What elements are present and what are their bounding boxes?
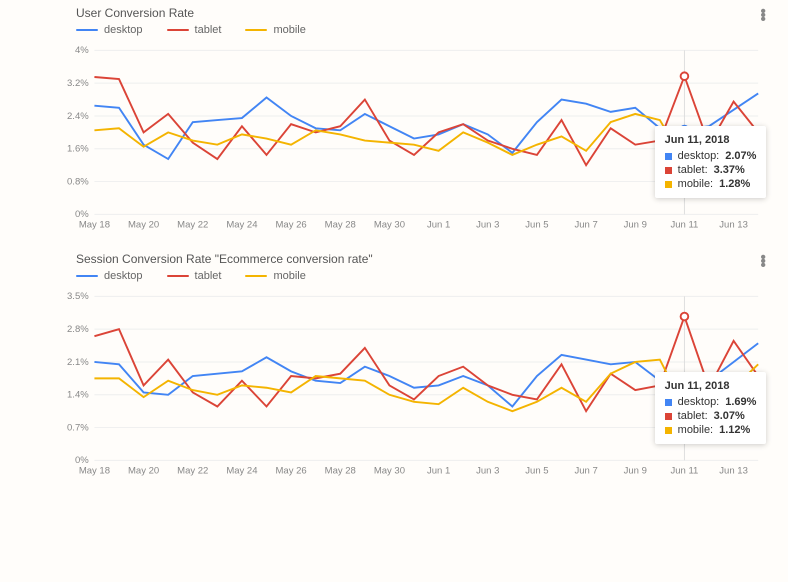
hover-marker-tablet [681,72,689,80]
svg-text:Jun 1: Jun 1 [427,220,450,231]
svg-text:May 30: May 30 [374,220,405,231]
svg-text:3.5%: 3.5% [67,291,89,302]
tooltip-value: 3.07% [714,410,745,422]
tooltip-row: mobile: 1.12% [665,424,757,436]
svg-text:May 28: May 28 [325,466,356,477]
svg-text:May 20: May 20 [128,466,159,477]
svg-text:Jun 13: Jun 13 [719,220,748,231]
tooltip-series: desktop: [678,396,720,408]
svg-text:2.1%: 2.1% [67,357,89,368]
svg-text:May 26: May 26 [275,466,306,477]
svg-text:Jun 7: Jun 7 [574,220,597,231]
svg-text:May 18: May 18 [79,220,110,231]
chart-title: User Conversion Rate [76,6,772,20]
legend-swatch-tablet [167,29,189,32]
tooltip-series: desktop: [678,150,720,162]
svg-text:Jun 11: Jun 11 [670,220,698,231]
svg-text:May 22: May 22 [177,466,208,477]
svg-text:0%: 0% [75,209,89,220]
tooltip-date: Jun 11, 2018 [665,134,757,146]
svg-text:May 22: May 22 [177,220,208,231]
square-icon [665,153,672,160]
svg-text:Jun 5: Jun 5 [525,220,548,231]
tooltip-value: 3.37% [714,164,745,176]
legend-label: tablet [195,270,222,282]
svg-text:May 26: May 26 [275,220,306,231]
legend-label: mobile [273,24,305,36]
svg-text:Jun 3: Jun 3 [476,466,499,477]
svg-text:May 30: May 30 [374,466,405,477]
svg-text:May 24: May 24 [226,220,258,231]
svg-text:Jun 9: Jun 9 [624,466,647,477]
legend: desktop tablet mobile [76,24,772,36]
legend-swatch-mobile [245,29,267,32]
svg-text:May 28: May 28 [325,220,356,231]
svg-text:Jun 7: Jun 7 [574,466,597,477]
tooltip-series: mobile: [678,178,713,190]
legend-item-tablet[interactable]: tablet [167,270,222,282]
square-icon [665,399,672,406]
legend-item-mobile[interactable]: mobile [245,270,305,282]
svg-text:May 24: May 24 [226,466,258,477]
legend-label: mobile [273,270,305,282]
legend-label: desktop [104,270,143,282]
panel-user-conversion: ••• User Conversion Rate desktop tablet … [16,6,772,240]
svg-text:0.8%: 0.8% [67,176,89,187]
hover-marker-tablet [681,313,689,321]
tooltip-row: tablet: 3.07% [665,410,757,422]
tooltip-row: desktop: 2.07% [665,150,757,162]
svg-text:3.2%: 3.2% [67,78,89,89]
svg-text:Jun 9: Jun 9 [624,220,647,231]
tooltip-row: tablet: 3.37% [665,164,757,176]
svg-text:1.6%: 1.6% [67,144,89,155]
svg-text:4%: 4% [75,45,89,56]
svg-text:0%: 0% [75,455,89,466]
legend-swatch-desktop [76,29,98,32]
tooltip-value: 1.12% [719,424,750,436]
svg-text:2.4%: 2.4% [67,111,89,122]
tooltip-value: 1.69% [725,396,756,408]
legend-label: desktop [104,24,143,36]
legend-item-mobile[interactable]: mobile [245,24,305,36]
legend-swatch-desktop [76,275,98,278]
svg-text:Jun 5: Jun 5 [525,466,548,477]
chart-area[interactable]: 0% 0.7% 1.4% 2.1% 2.8% 3.5% May 18 May 20 May 22… [62,286,764,486]
chart-tooltip: Jun 11, 2018 desktop: 1.69% tablet: 3.07… [655,372,767,444]
svg-text:May 20: May 20 [128,220,159,231]
chart-area[interactable]: 0% 0.8% 1.6% 2.4% 3.2% 4% May 18 May 20 May 22 Ma… [62,40,764,240]
panel-menu-button[interactable]: ••• [760,10,766,22]
tooltip-row: desktop: 1.69% [665,396,757,408]
svg-text:2.8%: 2.8% [67,324,89,335]
chart-title: Session Conversion Rate "Ecommerce conve… [76,252,772,266]
legend-swatch-tablet [167,275,189,278]
legend-item-tablet[interactable]: tablet [167,24,222,36]
svg-text:Jun 13: Jun 13 [719,466,748,477]
square-icon [665,413,672,420]
tooltip-row: mobile: 1.28% [665,178,757,190]
tooltip-date: Jun 11, 2018 [665,380,757,392]
legend-label: tablet [195,24,222,36]
tooltip-series: tablet: [678,164,708,176]
legend-swatch-mobile [245,275,267,278]
svg-text:Jun 11: Jun 11 [670,466,698,477]
svg-text:May 18: May 18 [79,466,110,477]
legend-item-desktop[interactable]: desktop [76,270,143,282]
svg-text:Jun 3: Jun 3 [476,220,499,231]
chart-tooltip: Jun 11, 2018 desktop: 2.07% tablet: 3.37… [655,126,767,198]
svg-text:Jun 1: Jun 1 [427,466,450,477]
svg-text:1.4%: 1.4% [67,390,89,401]
svg-text:0.7%: 0.7% [67,422,89,433]
tooltip-value: 1.28% [719,178,750,190]
tooltip-series: tablet: [678,410,708,422]
panel-session-conversion: ••• Session Conversion Rate "Ecommerce c… [16,252,772,486]
panel-menu-button[interactable]: ••• [760,256,766,268]
tooltip-value: 2.07% [725,150,756,162]
tooltip-series: mobile: [678,424,713,436]
square-icon [665,181,672,188]
legend: desktop tablet mobile [76,270,772,282]
dashboard-page: ••• User Conversion Rate desktop tablet … [0,0,788,582]
square-icon [665,167,672,174]
square-icon [665,427,672,434]
legend-item-desktop[interactable]: desktop [76,24,143,36]
